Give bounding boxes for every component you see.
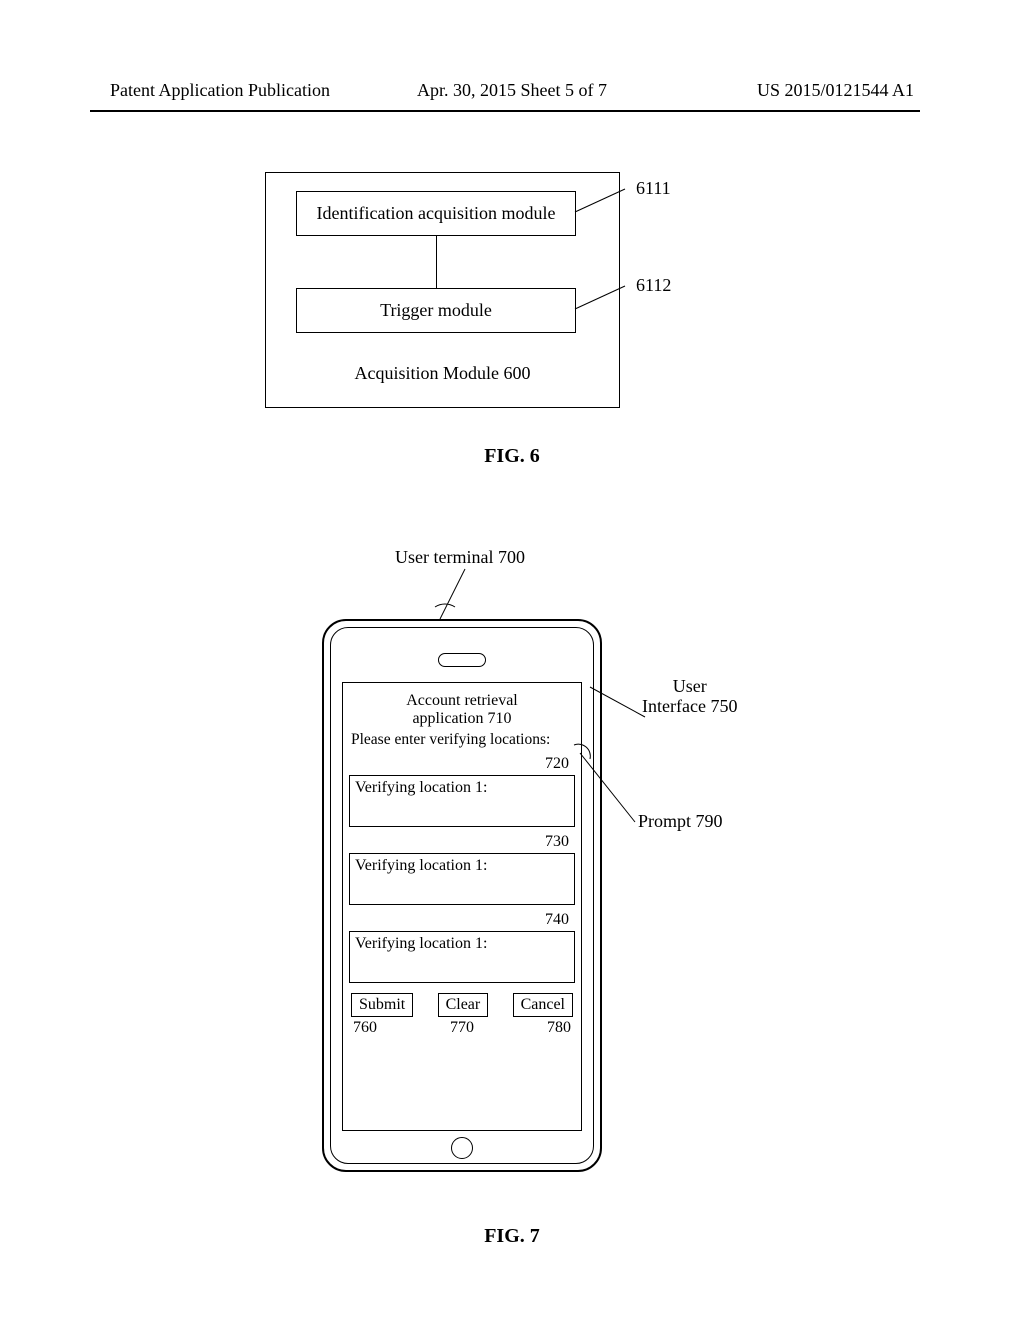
submit-ref: 760 — [353, 1019, 377, 1037]
box-b-label: Trigger module — [380, 300, 492, 321]
box-a-label: Identification acquisition module — [317, 203, 556, 224]
fig6-caption: Acquisition Module 600 — [266, 363, 619, 384]
header-center: Apr. 30, 2015 Sheet 5 of 7 — [417, 80, 607, 101]
identification-acquisition-module-box: Identification acquisition module — [296, 191, 576, 236]
fig6-figure-label: FIG. 6 — [0, 445, 1024, 468]
home-button-icon — [451, 1137, 473, 1159]
app-title-line2: application 710 — [412, 710, 511, 727]
cancel-button[interactable]: Cancel — [513, 993, 573, 1017]
phone-speaker-icon — [438, 653, 486, 667]
connector-line — [436, 236, 437, 288]
header-right: US 2015/0121544 A1 — [757, 80, 914, 101]
app-title-line1: Account retrieval — [406, 692, 518, 709]
field2-ref: 730 — [349, 833, 575, 851]
phone-outline: Account retrieval application 710 Please… — [322, 619, 602, 1172]
header-left: Patent Application Publication — [110, 80, 330, 101]
clear-ref: 770 — [450, 1019, 474, 1037]
verifying-location-2-field[interactable]: Verifying location 1: — [349, 853, 575, 905]
cancel-ref: 780 — [547, 1019, 571, 1037]
field2-label: Verifying location 1: — [355, 857, 487, 874]
fig6-container: Identification acquisition module Trigge… — [265, 172, 620, 408]
trigger-module-box: Trigger module — [296, 288, 576, 333]
prompt-text: Please enter verifying locations: — [349, 731, 575, 749]
field1-label: Verifying location 1: — [355, 779, 487, 796]
ui-callout-line1: User — [673, 676, 707, 696]
ui-callout-line2: Interface 750 — [642, 696, 737, 716]
screen: Account retrieval application 710 Please… — [342, 682, 582, 1131]
field3-ref: 740 — [349, 911, 575, 929]
header-divider — [90, 110, 920, 112]
submit-button[interactable]: Submit — [351, 993, 413, 1017]
user-terminal-label: User terminal 700 — [395, 547, 525, 568]
ref-6112: 6112 — [636, 275, 671, 296]
field1-ref: 720 — [349, 755, 575, 773]
verifying-location-3-field[interactable]: Verifying location 1: — [349, 931, 575, 983]
fig7-figure-label: FIG. 7 — [0, 1225, 1024, 1248]
phone-inner-outline: Account retrieval application 710 Please… — [330, 627, 594, 1164]
verifying-location-1-field[interactable]: Verifying location 1: — [349, 775, 575, 827]
field3-label: Verifying location 1: — [355, 935, 487, 952]
prompt-callout: Prompt 790 — [638, 812, 723, 832]
clear-button[interactable]: Clear — [438, 993, 489, 1017]
ref-6111: 6111 — [636, 178, 671, 199]
user-interface-callout: User Interface 750 — [642, 677, 737, 717]
app-title: Account retrieval application 710 — [349, 692, 575, 727]
